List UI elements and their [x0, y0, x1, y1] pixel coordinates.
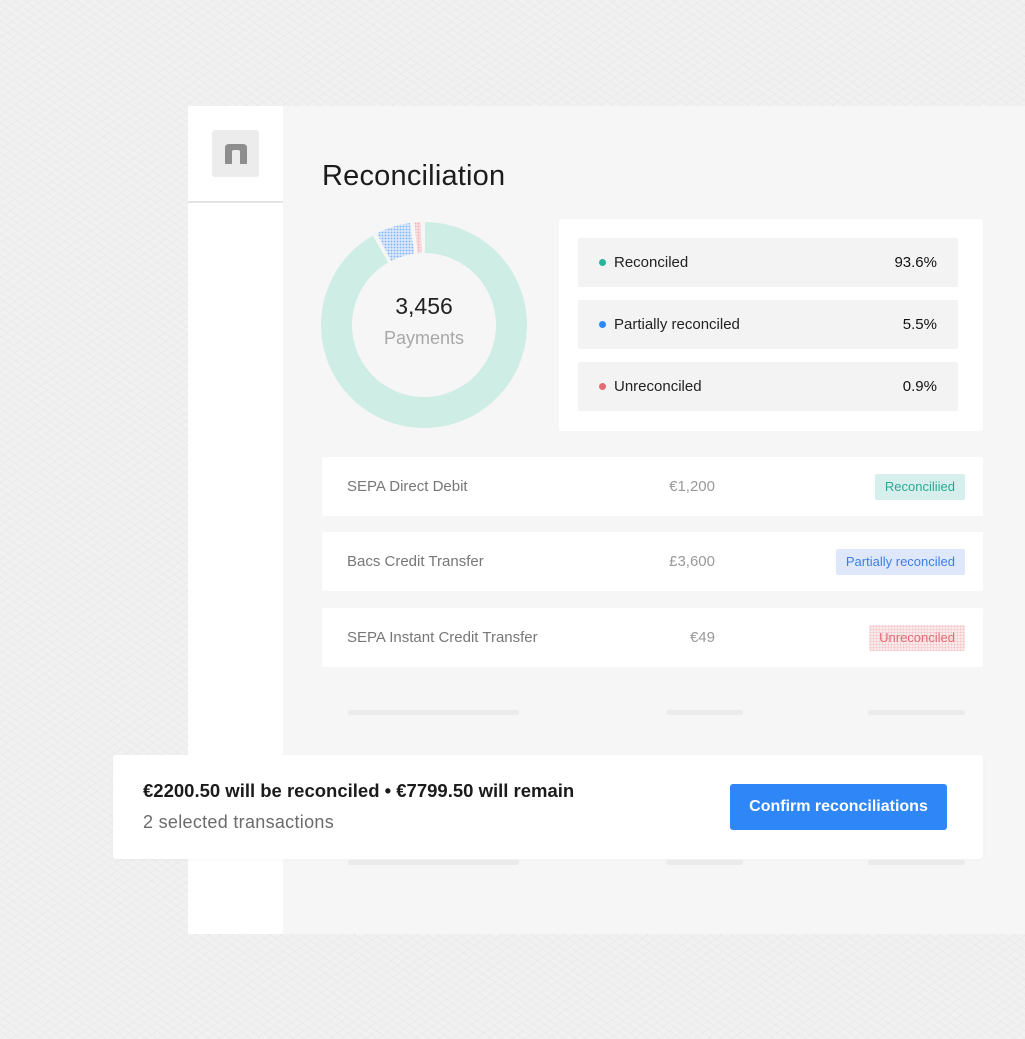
partial-dot-icon: [599, 321, 606, 328]
table-row[interactable]: SEPA Instant Credit Transfer €49 Unrecon…: [322, 608, 983, 667]
transaction-amount: £3,600: [669, 553, 715, 570]
table-row[interactable]: SEPA Direct Debit €1,200 Reconciliied: [322, 457, 983, 516]
transaction-name: SEPA Instant Credit Transfer: [347, 629, 538, 646]
confirm-bar: €2200.50 will be reconciled • €7799.50 w…: [113, 755, 983, 859]
logo-icon: [224, 143, 247, 164]
app-logo[interactable]: [212, 130, 259, 177]
donut-svg: [321, 222, 527, 428]
legend-item-unreconciled[interactable]: Unreconciled 0.9%: [578, 362, 958, 411]
skeleton-line: [348, 710, 519, 715]
payments-donut-chart: 3,456 Payments: [321, 222, 527, 428]
status-legend: Reconciled 93.6% Partially reconciled 5.…: [559, 219, 983, 431]
skeleton-line: [666, 860, 743, 865]
skeleton-line: [666, 710, 743, 715]
status-badge: Partially reconciled: [835, 549, 965, 575]
legend-percent: 0.9%: [902, 378, 937, 395]
legend-percent: 5.5%: [902, 316, 937, 333]
page-title: Reconciliation: [322, 160, 506, 192]
unreconciled-dot-icon: [599, 383, 606, 390]
legend-item-reconciled[interactable]: Reconciled 93.6%: [578, 238, 958, 287]
legend-percent: 93.6%: [894, 254, 937, 271]
transaction-name: Bacs Credit Transfer: [347, 553, 484, 570]
reconcile-summary: €2200.50 will be reconciled • €7799.50 w…: [143, 780, 575, 801]
legend-label: Partially reconciled: [614, 316, 740, 333]
legend-item-partially-reconciled[interactable]: Partially reconciled 5.5%: [578, 300, 958, 349]
donut-segment-reconciled: [321, 222, 527, 428]
transaction-name: SEPA Direct Debit: [347, 478, 468, 495]
donut-segment-unreconciled: [414, 222, 422, 254]
transaction-amount: €49: [689, 629, 715, 646]
status-badge: Reconciliied: [874, 474, 965, 500]
reconciled-dot-icon: [599, 259, 606, 266]
skeleton-line: [868, 710, 965, 715]
skeleton-line: [868, 860, 965, 865]
confirm-reconciliations-button[interactable]: Confirm reconciliations: [730, 784, 947, 830]
legend-label: Reconciled: [614, 254, 689, 271]
legend-label: Unreconciled: [614, 378, 702, 395]
status-badge: Unreconciled: [869, 625, 965, 651]
table-row[interactable]: Bacs Credit Transfer £3,600 Partially re…: [322, 532, 983, 591]
sidebar-divider: [188, 201, 283, 203]
skeleton-line: [348, 860, 519, 865]
payments-count: 3,456: [395, 293, 453, 319]
payments-label: Payments: [383, 328, 465, 348]
transaction-amount: €1,200: [669, 478, 715, 495]
selected-count: 2 selected transactions: [143, 812, 335, 832]
